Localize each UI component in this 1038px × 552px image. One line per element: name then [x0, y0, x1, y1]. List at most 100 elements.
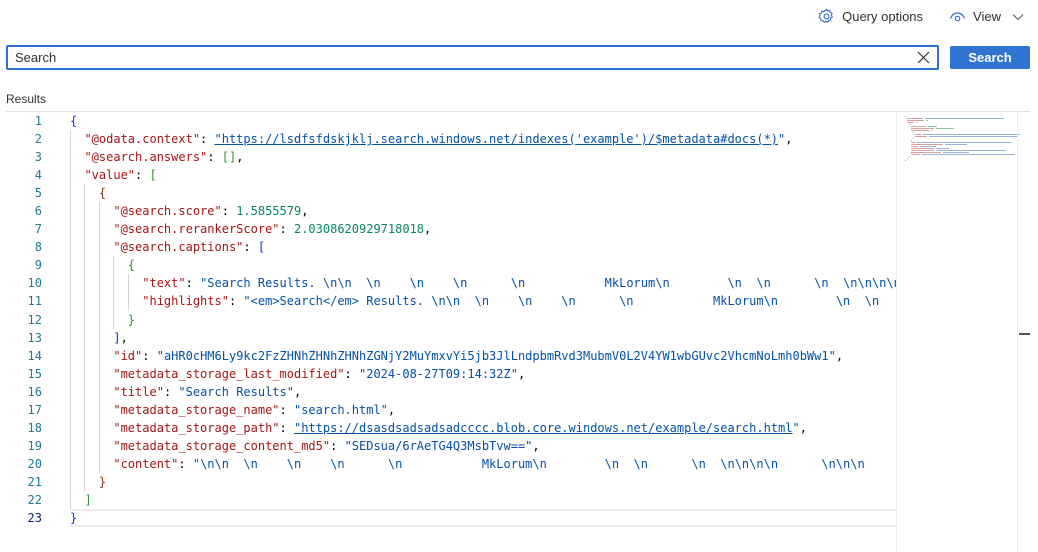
clear-icon[interactable] — [916, 50, 931, 65]
json-punctuation: , — [799, 420, 807, 435]
indent-guide — [127, 292, 129, 311]
json-key: "metadata_storage_name" — [113, 402, 280, 417]
indent-guide — [98, 382, 100, 401]
json-punctuation: : — [207, 150, 222, 165]
indent-guide — [70, 292, 71, 311]
minimap-line — [917, 142, 1011, 143]
json-punctuation — [70, 331, 113, 345]
json-value: "search.html" — [293, 402, 388, 417]
minimap-line — [1005, 150, 1006, 151]
minimap-line — [911, 144, 943, 145]
indent-guide — [98, 400, 100, 419]
code-line: { — [70, 184, 896, 203]
code-line: } — [70, 509, 896, 528]
results-label: Results — [6, 92, 47, 106]
minimap-line — [907, 158, 908, 159]
line-number: 15 — [27, 366, 42, 381]
json-punctuation — [70, 439, 113, 453]
indent-guide — [70, 436, 71, 455]
line-number: 3 — [34, 150, 42, 165]
search-box — [6, 45, 939, 70]
view-label: View — [973, 9, 1001, 24]
line-number: 6 — [34, 204, 42, 219]
json-punctuation: , — [424, 222, 432, 237]
line-number: 23 — [27, 511, 42, 526]
indent-guide — [98, 418, 100, 437]
minimap[interactable] — [896, 112, 1020, 552]
indent-guide — [70, 148, 71, 167]
indent-guide — [70, 166, 71, 185]
indent-guide — [70, 454, 71, 473]
json-punctuation: : — [243, 240, 258, 255]
json-bracket: [ — [149, 168, 157, 183]
code-area[interactable]: { "@odata.context": "https://lsdfsfdskjk… — [70, 112, 896, 528]
view-menu-button[interactable]: View — [949, 9, 1024, 24]
indent-guide — [84, 382, 86, 401]
line-number: 1 — [34, 114, 42, 128]
search-input[interactable] — [8, 47, 895, 68]
minimap-line — [929, 136, 1017, 137]
minimap-line — [916, 122, 917, 123]
minimap-line — [915, 136, 927, 137]
line-number: 17 — [27, 402, 42, 417]
query-options-button[interactable]: Query options — [818, 8, 923, 25]
line-number: 16 — [27, 384, 42, 399]
line-number: 11 — [27, 294, 42, 309]
minimap-line — [913, 132, 914, 133]
json-punctuation: : — [330, 438, 345, 453]
json-punctuation: , — [120, 330, 128, 345]
minimap-line — [913, 138, 914, 139]
code-line: "@search.answers": [], — [70, 148, 896, 167]
indent-guide — [84, 292, 86, 311]
json-punctuation: : — [221, 204, 237, 219]
json-value: "Search Results. \n\n \n \n \n \n MkLoru… — [200, 276, 896, 291]
indent-guide — [84, 472, 86, 491]
indent-guide — [84, 328, 86, 347]
json-punctuation: : — [279, 420, 294, 435]
minimap-line — [907, 118, 923, 119]
line-number: 13 — [27, 330, 42, 345]
code-line: "@search.rerankerScore": 2.0308620929718… — [70, 220, 896, 239]
indent-guide — [70, 400, 71, 419]
json-punctuation: , — [785, 132, 793, 147]
line-number: 19 — [27, 438, 42, 453]
minimap-line — [926, 120, 928, 121]
code-line: "title": "Search Results", — [70, 382, 896, 401]
code-line: ] — [70, 490, 896, 510]
search-button[interactable]: Search — [950, 46, 1030, 69]
indent-guide — [113, 256, 115, 275]
line-number: 10 — [27, 276, 42, 291]
minimap-line — [925, 118, 1003, 119]
minimap-line — [928, 126, 937, 127]
indent-guide — [127, 274, 129, 293]
indent-guide — [70, 382, 71, 401]
line-number-gutter: 1 2 3 4 5 6 7 8 9 10 11 12 13 14 15 16 17 18 19 20 21 22 23 — [6, 112, 50, 527]
minimap-line — [911, 150, 934, 151]
json-key: "text" — [142, 276, 186, 291]
json-punctuation — [70, 367, 113, 381]
minimap-line — [936, 128, 954, 129]
json-punctuation — [70, 276, 142, 290]
minimap-line — [911, 148, 934, 149]
results-json-editor[interactable]: 1 2 3 4 5 6 7 8 9 10 11 12 13 14 15 16 17 18 19 20 21 22 23 { … — [6, 111, 1030, 552]
code-line: "metadata_storage_name": "search.html", — [70, 400, 896, 419]
json-punctuation — [70, 204, 113, 218]
indent-guide — [98, 436, 100, 455]
vertical-scrollbar[interactable] — [1017, 112, 1030, 552]
json-punctuation: : — [178, 456, 193, 471]
indent-guide — [84, 274, 86, 293]
line-number: 7 — [34, 222, 42, 237]
json-link[interactable]: "https://dsasdsadsadsadcccc.blob.core.wi… — [294, 421, 793, 435]
indent-guide — [98, 220, 100, 239]
json-value: 2.0308620929718018 — [293, 222, 425, 237]
json-punctuation — [70, 240, 113, 254]
json-bracket: [ — [257, 240, 266, 255]
minimap-line — [943, 152, 969, 153]
minimap-line — [911, 146, 918, 147]
json-punctuation: , — [835, 348, 844, 363]
code-line: "id": "aHR0cHM6Ly9kc2FzZHNhZHNhZHNhZGNjY… — [70, 346, 896, 365]
minimap-line — [936, 148, 949, 149]
indent-guide — [70, 238, 71, 257]
json-link[interactable]: "https://lsdfsfdskjklj.search.windows.ne… — [215, 132, 779, 146]
line-number: 9 — [34, 258, 42, 273]
